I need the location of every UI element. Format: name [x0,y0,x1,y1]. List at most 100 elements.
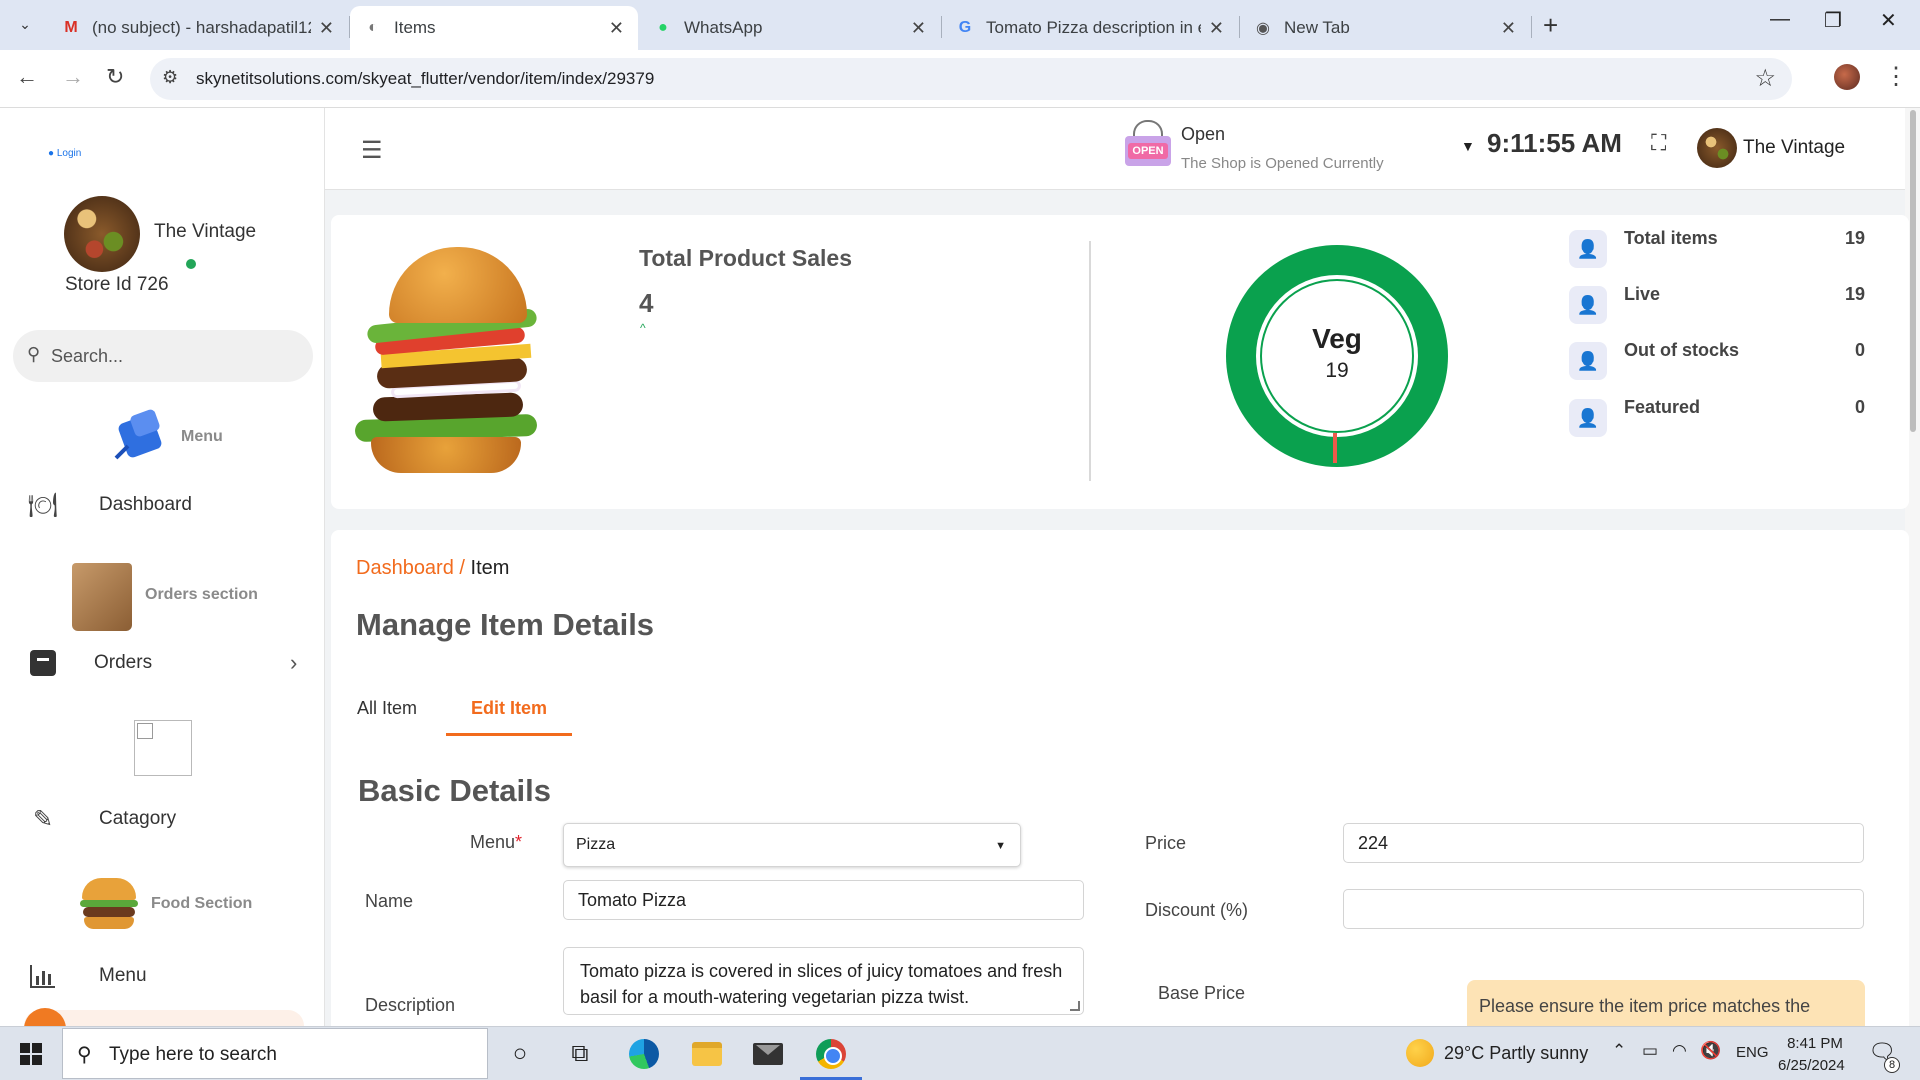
base-price-label: Base Price [1158,983,1246,1003]
open-sign-text: OPEN [1128,143,1168,159]
close-tab-icon[interactable]: ✕ [319,18,334,39]
name-input[interactable]: Tomato Pizza [563,880,1084,920]
tab-title: Items [394,18,436,37]
cortana-icon[interactable]: ○ [503,1037,537,1071]
wifi-icon[interactable]: ◠ [1672,1041,1687,1061]
fullscreen-icon[interactable]: ⛶ [1651,130,1666,156]
sidebar-next-item[interactable] [24,1008,304,1026]
close-tab-icon[interactable]: ✕ [609,18,624,39]
sidebar-search[interactable]: ⚲ [13,330,313,382]
forward-icon[interactable]: → [62,64,84,90]
user-name[interactable]: The Vintage [1743,137,1845,159]
caret-down-icon[interactable]: ▼ [1461,138,1475,154]
browser-menu-icon[interactable]: ⋮ [1884,62,1908,91]
omnibox[interactable]: ⚙ skynetitsolutions.com/skyeat_flutter/v… [150,58,1792,100]
section-head-label: Food Section [151,895,253,912]
sidebar-item-menu[interactable]: Menu [0,951,324,1001]
tab-title: New Tab [1284,18,1350,37]
sidebar-item-label: Orders [94,652,153,673]
site-settings-icon[interactable]: ⚙ [162,67,178,88]
kpi-total-items: 👤 Total items 19 [1569,226,1899,268]
description-textarea[interactable]: Tomato pizza is covered in slices of jui… [563,947,1084,1015]
gmail-icon: M [64,19,78,36]
close-tab-icon[interactable]: ✕ [1501,18,1516,39]
windows-start-icon[interactable] [20,1043,42,1065]
bookmark-star-icon[interactable]: ☆ [1754,64,1776,93]
sidebar-search-input[interactable] [51,340,291,372]
kpi-live: 👤 Live 19 [1569,282,1899,324]
task-view-icon[interactable]: ⧉ [563,1037,597,1071]
weather-icon[interactable] [1406,1039,1434,1067]
menu-label-text: Menu [470,832,516,852]
shop-status-subtitle: The Shop is Opened Currently [1181,155,1384,172]
notification-count: 8 [1884,1057,1900,1073]
breadcrumb-dashboard-link[interactable]: Dashboard [356,557,454,579]
bar-chart-icon [24,961,62,991]
search-icon: ⚲ [27,344,41,364]
tab-gmail[interactable]: M (no subject) - harshadapatil127 ✕ [48,6,348,50]
discount-input[interactable] [1343,889,1864,929]
tab-divider [1531,16,1532,38]
food-section-head: Food Section [151,895,252,913]
new-tab-button[interactable]: + [1543,10,1558,41]
close-tab-icon[interactable]: ✕ [1209,18,1224,39]
minimize-icon[interactable]: — [1770,8,1790,31]
price-input[interactable]: 224 [1343,823,1864,863]
breadcrumb: Dashboard / Item [356,557,509,580]
restore-icon[interactable]: ❐ [1824,8,1842,33]
section-title: Basic Details [358,773,551,808]
tab-google-search[interactable]: G Tomato Pizza description in eng ✕ [942,6,1238,50]
kpi-featured: 👤 Featured 0 [1569,395,1899,437]
resize-handle[interactable] [1070,1001,1080,1011]
name-input-value: Tomato Pizza [578,889,687,910]
open-sign-icon: OPEN [1123,120,1173,170]
whatsapp-icon: ● [658,19,668,36]
page-scrollbar-thumb[interactable] [1910,110,1916,432]
browser-tab-strip: ⌄ M (no subject) - harshadapatil127 ✕ ◐ … [0,0,1920,50]
close-window-icon[interactable]: ✕ [1880,8,1897,33]
taskbar-search-placeholder: Type here to search [109,1044,277,1065]
sidebar-item-category[interactable]: ✎ Catagory [0,794,324,844]
weather-text[interactable]: 29°C Partly sunny [1444,1043,1588,1064]
user-icon: 👤 [1569,399,1607,437]
system-time[interactable]: 8:41 PM [1786,1035,1844,1052]
orders-icon [24,648,62,678]
chevron-right-icon[interactable]: › [290,650,297,676]
user-avatar[interactable] [1697,128,1737,168]
top-header: ☰ OPEN Open The Shop is Opened Currently… [325,108,1905,190]
reload-icon[interactable]: ↻ [106,64,124,90]
sidebar-item-label: Dashboard [99,494,192,515]
tab-items[interactable]: ◐ Items ✕ [350,6,638,50]
system-date[interactable]: 6/25/2024 [1778,1057,1845,1074]
google-icon: G [958,19,972,36]
hamburger-menu-icon[interactable]: ☰ [361,136,383,165]
menu-select[interactable]: Pizza ▼ [563,823,1021,867]
mail-icon[interactable] [751,1037,785,1071]
donut-inner-ring [1260,279,1414,433]
edge-icon[interactable] [627,1037,661,1071]
taskbar-search[interactable]: ⚲ Type here to search [62,1028,488,1079]
burger-icon [80,878,138,930]
donut-label: Veg [1312,323,1362,354]
back-icon[interactable]: ← [16,64,38,90]
battery-icon[interactable]: ▭ [1642,1041,1658,1061]
url-text[interactable]: skynetitsolutions.com/skyeat_flutter/ven… [196,69,654,89]
tab-edit-item[interactable]: Edit Item [471,698,547,719]
chrome-taskbar-icon[interactable] [814,1037,848,1071]
volume-muted-icon[interactable]: 🔇 [1700,1041,1721,1061]
language-indicator[interactable]: ENG [1736,1044,1769,1061]
sidebar-item-dashboard[interactable]: 🍽 Dashboard [0,480,324,530]
donut-marker [1333,433,1337,463]
discount-field-label: Discount (%) [1145,900,1249,920]
chevron-up-icon[interactable]: ⌃ [1612,1041,1626,1061]
tab-search-button[interactable]: ⌄ [10,9,40,39]
total-sales-label: Total Product Sales [639,245,853,271]
tab-new-tab[interactable]: ◉ New Tab ✕ [1240,6,1530,50]
tab-whatsapp[interactable]: ● WhatsApp ✕ [640,6,940,50]
close-tab-icon[interactable]: ✕ [911,18,926,39]
file-explorer-icon[interactable] [690,1037,724,1071]
profile-avatar[interactable] [1834,64,1860,90]
login-logo: ● Login [48,148,82,159]
tab-all-item[interactable]: All Item [357,698,417,719]
sidebar-item-orders[interactable]: Orders › [0,638,324,688]
